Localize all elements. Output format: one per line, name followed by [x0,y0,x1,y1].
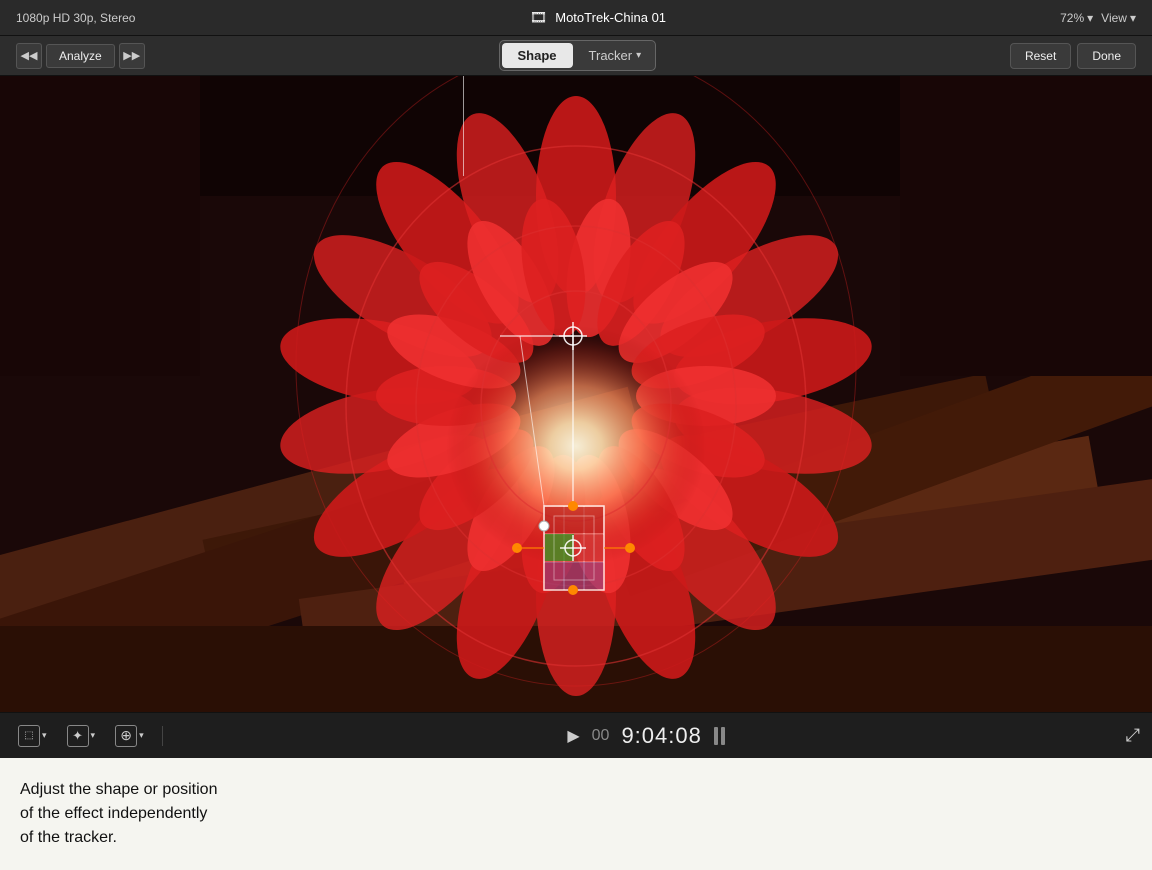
toolbar-right: Reset Done [1010,43,1136,69]
pause-bar-left [714,727,718,745]
toolbar: ◀◀ Analyze ▶▶ Shape Tracker ▾ Reset Done [0,36,1152,76]
prev-button[interactable]: ◀◀ [16,43,42,69]
reset-button[interactable]: Reset [1010,43,1071,69]
shape-tracker-group: Shape Tracker ▾ [499,40,657,71]
top-bar-right: 72% ▾ View ▾ [1060,11,1136,25]
effect-tool-button[interactable]: ⊕ ▾ [109,721,150,751]
effect-chevron-icon: ▾ [139,730,144,741]
magic-icon: ✦ [67,725,89,747]
play-button[interactable]: ▶ [567,726,579,746]
done-button[interactable]: Done [1077,43,1136,69]
analyze-button[interactable]: Analyze [46,44,115,68]
crop-tool-button[interactable]: ⬚ ▾ [12,721,53,751]
project-info: 🎞 MotoTrek-China 01 [529,9,666,26]
crop-icon: ⬚ [18,725,40,747]
project-name: MotoTrek-China 01 [555,10,666,25]
effect-icon: ⊕ [115,725,137,747]
timecode-prefix: 00 [592,727,610,745]
timecode-display: 9:04:08 [621,723,701,749]
annotation-line [463,76,464,176]
video-area [0,76,1152,712]
magic-tool-button[interactable]: ✦ ▾ [61,721,102,751]
video-info: 1080p HD 30p, Stereo [16,11,135,25]
toolbar-left: ◀◀ Analyze ▶▶ [16,43,145,69]
shape-tab[interactable]: Shape [502,43,573,68]
view-button[interactable]: View ▾ [1101,11,1136,25]
magic-chevron-icon: ▾ [91,730,96,741]
caption-text: Adjust the shape or position of the effe… [20,778,217,850]
pause-indicator [714,727,725,745]
fullscreen-button[interactable]: ⤢ [1126,725,1140,746]
video-background [0,76,1152,712]
top-bar: 1080p HD 30p, Stereo 🎞 MotoTrek-China 01… [0,0,1152,36]
film-icon: 🎞 [529,9,547,26]
zoom-button[interactable]: 72% ▾ [1060,11,1093,25]
playback-controls: ▶ 00 9:04:08 [175,723,1118,749]
divider [162,726,163,746]
pause-bar-right [721,727,725,745]
bottom-controls: ⬚ ▾ ✦ ▾ ⊕ ▾ ▶ 00 9:04:08 ⤢ [0,712,1152,758]
tracker-chevron-icon: ▾ [636,50,641,61]
tracker-tab[interactable]: Tracker ▾ [575,43,656,68]
crop-chevron-icon: ▾ [42,730,47,741]
caption-area: Adjust the shape or position of the effe… [0,758,1152,870]
next-button[interactable]: ▶▶ [119,43,145,69]
